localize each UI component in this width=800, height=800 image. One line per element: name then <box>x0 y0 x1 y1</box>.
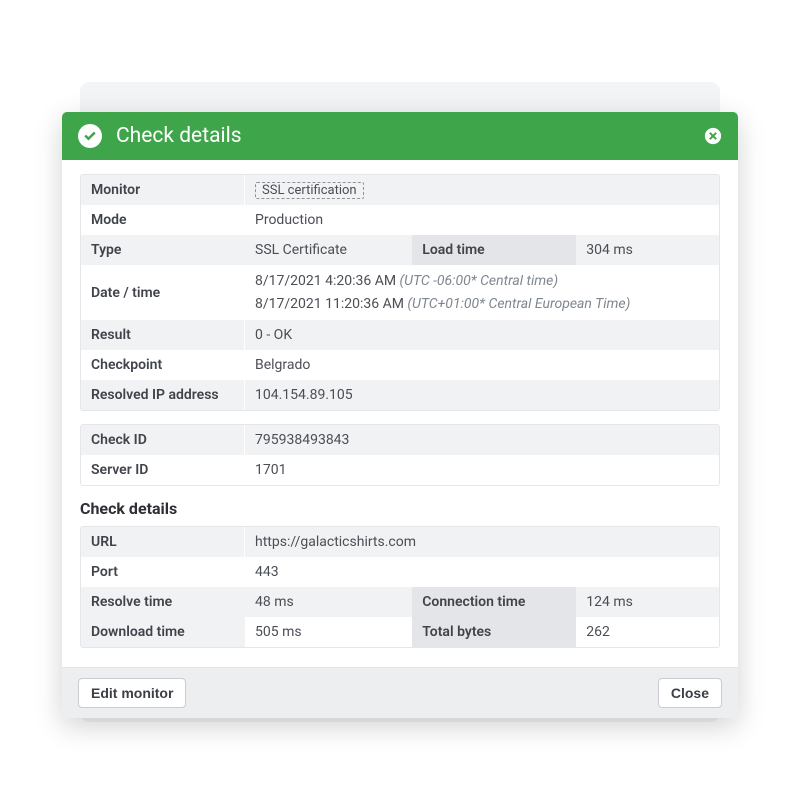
row-resolve-connection: Resolve time 48 ms Connection time 124 m… <box>81 587 719 617</box>
conntime-value: 124 ms <box>576 587 719 617</box>
row-result: Result 0 - OK <box>81 320 719 350</box>
checkmark-icon <box>78 124 102 148</box>
resolvedip-value: 104.154.89.105 <box>245 380 719 410</box>
type-value: SSL Certificate <box>245 235 412 265</box>
serverid-value: 1701 <box>245 455 719 485</box>
edit-monitor-button[interactable]: Edit monitor <box>78 678 186 708</box>
details-grid: URL https://galacticshirts.com Port 443 … <box>80 526 720 648</box>
dltime-value: 505 ms <box>245 617 412 647</box>
check-details-dialog: Check details Monitor SSL certification … <box>62 112 738 718</box>
mode-value: Production <box>245 205 719 235</box>
dialog-header: Check details <box>62 112 738 160</box>
resolvedip-label: Resolved IP address <box>81 380 245 410</box>
dialog-title: Check details <box>116 124 242 148</box>
checkid-value: 795938493843 <box>245 425 719 455</box>
loadtime-value: 304 ms <box>576 235 719 265</box>
close-button[interactable]: Close <box>658 678 722 708</box>
row-monitor: Monitor SSL certification <box>81 175 719 205</box>
datetime-1-tz: (UTC -06:00* Central time) <box>400 273 559 289</box>
resolvetime-value: 48 ms <box>245 587 412 617</box>
type-label: Type <box>81 235 245 265</box>
dltime-label: Download time <box>81 617 245 647</box>
url-value: https://galacticshirts.com <box>245 527 719 557</box>
port-label: Port <box>81 557 245 587</box>
conntime-label: Connection time <box>412 587 576 617</box>
checkpoint-label: Checkpoint <box>81 350 245 380</box>
dialog-body: Monitor SSL certification Mode Productio… <box>62 160 738 667</box>
close-icon[interactable] <box>704 127 722 145</box>
row-mode: Mode Production <box>81 205 719 235</box>
port-value: 443 <box>245 557 719 587</box>
totalbytes-value: 262 <box>576 617 719 647</box>
datetime-label: Date / time <box>81 265 245 320</box>
serverid-label: Server ID <box>81 455 245 485</box>
mode-label: Mode <box>81 205 245 235</box>
ids-grid: Check ID 795938493843 Server ID 1701 <box>80 424 720 486</box>
row-port: Port 443 <box>81 557 719 587</box>
dialog-footer: Edit monitor Close <box>62 667 738 718</box>
row-serverid: Server ID 1701 <box>81 455 719 485</box>
monitor-label: Monitor <box>81 175 245 205</box>
result-label: Result <box>81 320 245 350</box>
checkid-label: Check ID <box>81 425 245 455</box>
datetime-2-value: 8/17/2021 11:20:36 AM <box>255 296 407 312</box>
row-download-bytes: Download time 505 ms Total bytes 262 <box>81 617 719 647</box>
row-url: URL https://galacticshirts.com <box>81 527 719 557</box>
totalbytes-label: Total bytes <box>412 617 576 647</box>
checkpoint-value: Belgrado <box>245 350 719 380</box>
row-type-loadtime: Type SSL Certificate Load time 304 ms <box>81 235 719 265</box>
row-checkid: Check ID 795938493843 <box>81 425 719 455</box>
resolvetime-label: Resolve time <box>81 587 245 617</box>
row-datetime: Date / time 8/17/2021 4:20:36 AM (UTC -0… <box>81 265 719 320</box>
loadtime-label: Load time <box>412 235 576 265</box>
url-label: URL <box>81 527 245 557</box>
row-checkpoint: Checkpoint Belgrado <box>81 350 719 380</box>
result-value: 0 - OK <box>245 320 719 350</box>
section-title: Check details <box>80 499 720 518</box>
row-resolvedip: Resolved IP address 104.154.89.105 <box>81 380 719 410</box>
datetime-2-tz: (UTC+01:00* Central European Time) <box>407 296 630 312</box>
summary-grid: Monitor SSL certification Mode Productio… <box>80 174 720 411</box>
monitor-value[interactable]: SSL certification <box>255 182 364 199</box>
datetime-1-value: 8/17/2021 4:20:36 AM <box>255 273 400 289</box>
